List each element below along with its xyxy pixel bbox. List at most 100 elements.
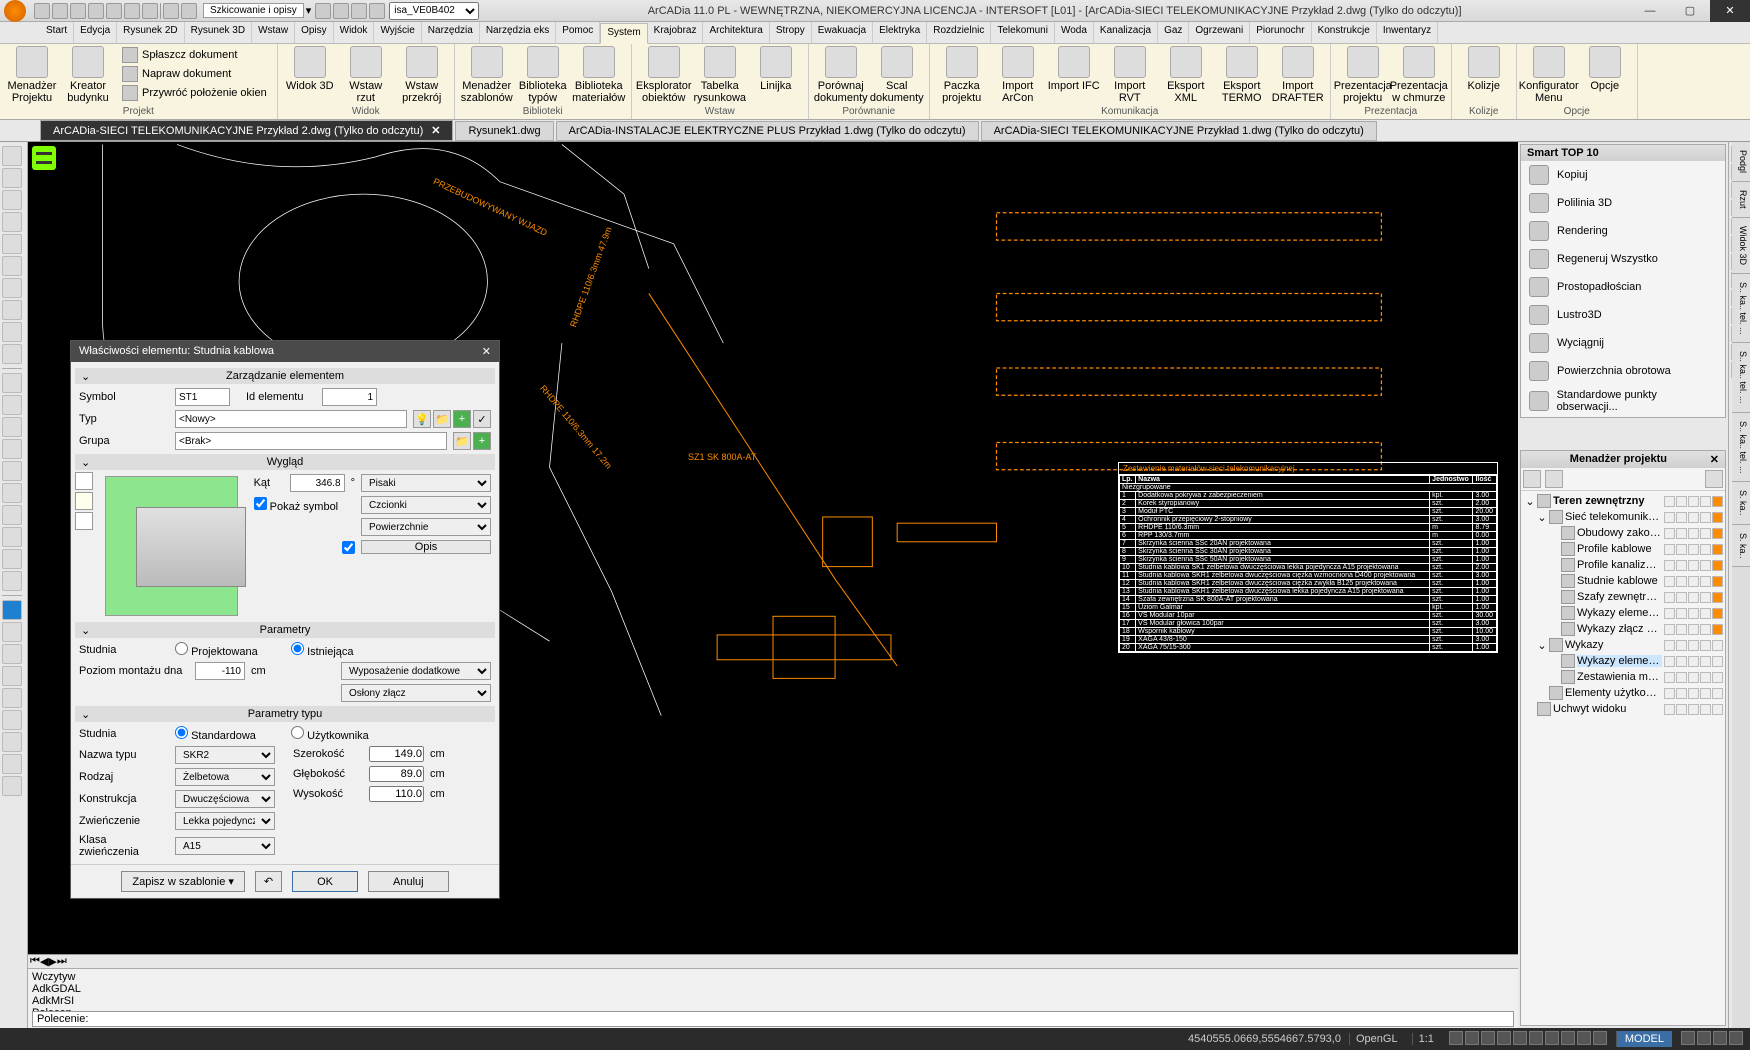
ribbon-btn[interactable]: Przywróć położenie okien	[118, 84, 271, 102]
ribbon-btn[interactable]: Prezentacja projektu	[1337, 46, 1389, 104]
ribbon-btn[interactable]: Napraw dokument	[118, 65, 271, 83]
sb-toggle[interactable]	[1697, 1031, 1711, 1045]
doc-tab[interactable]: ArCADia-INSTALACJE ELEKTRYCZNE PLUS Przy…	[556, 121, 979, 141]
qat-icon[interactable]	[34, 3, 50, 19]
ribbon-btn[interactable]: Kreator budynku	[62, 46, 114, 104]
sb-toggle[interactable]	[1593, 1031, 1607, 1045]
mini-btn[interactable]: 📁	[453, 432, 471, 450]
szer-input[interactable]	[369, 746, 424, 762]
smart-item[interactable]: Kopiuj	[1521, 161, 1725, 189]
sb-toggle[interactable]	[1497, 1031, 1511, 1045]
close-icon[interactable]: ✕	[482, 345, 491, 358]
pisaki-select[interactable]: Pisaki	[361, 474, 491, 492]
ribbon-tab[interactable]: Start	[40, 22, 74, 43]
ribbon-btn[interactable]: Menadżer szablonów	[461, 46, 513, 104]
ribbon-btn[interactable]: Tabelka rysunkowa	[694, 46, 746, 104]
ribbon-btn[interactable]: Porównaj dokumenty	[815, 46, 867, 104]
konstr-select[interactable]: Dwuczęściowa	[175, 790, 275, 808]
radio[interactable]: Standardowa	[175, 726, 265, 742]
id-input[interactable]	[322, 388, 377, 406]
smart-item[interactable]: Lustro3D	[1521, 301, 1725, 329]
sb-scale[interactable]: 1:1	[1412, 1033, 1440, 1045]
tool-icon[interactable]	[2, 417, 22, 437]
side-tab[interactable]: S.. ka.. tel. ...	[1732, 343, 1750, 413]
panel-title[interactable]: Menadżer projektu✕	[1521, 451, 1725, 468]
ribbon-tab[interactable]: Rysunek 3D	[185, 22, 252, 43]
ribbon-tab[interactable]: Telekomuni	[991, 22, 1055, 43]
cmd-prompt[interactable]: Polecenie:	[32, 1011, 1514, 1027]
tool-icon[interactable]	[2, 527, 22, 547]
sb-toggle[interactable]	[1449, 1031, 1463, 1045]
tool-icon[interactable]	[2, 732, 22, 752]
tree-row[interactable]: Profile kanalizacji pierwotnej	[1523, 557, 1723, 573]
qat-icon[interactable]	[70, 3, 86, 19]
side-tab[interactable]: Widok 3D	[1732, 218, 1750, 274]
side-tab[interactable]: S.. ka.. tel. ...	[1732, 413, 1750, 483]
tool-icon[interactable]	[2, 168, 22, 188]
tool-icon[interactable]	[2, 146, 22, 166]
sb-toggle[interactable]	[1465, 1031, 1479, 1045]
ribbon-btn[interactable]: Scal dokumenty	[871, 46, 923, 104]
tool-icon[interactable]	[2, 710, 22, 730]
ribbon-btn[interactable]: Spłaszcz dokument	[118, 46, 271, 64]
qat-icon[interactable]	[351, 3, 367, 19]
qat-icon[interactable]	[181, 3, 197, 19]
tree-row[interactable]: Wykazy złącz w obiektach	[1523, 621, 1723, 637]
sb-toggle[interactable]	[1513, 1031, 1527, 1045]
tree-row[interactable]: Obudowy zakończeń linio...	[1523, 525, 1723, 541]
qat-dropdown-icon[interactable]: ▾	[306, 4, 312, 17]
smart-item[interactable]: Rendering	[1521, 217, 1725, 245]
section-header[interactable]: ⌄Wygląd	[75, 454, 495, 470]
mini-btn[interactable]: 💡	[413, 410, 431, 428]
scroll-left-icon[interactable]: ◀	[40, 955, 48, 968]
qat-label[interactable]: Szkicowanie i opisy	[203, 3, 304, 18]
ribbon-tab[interactable]: Kanalizacja	[1094, 22, 1158, 43]
side-tab[interactable]: Rzut	[1732, 182, 1750, 218]
ribbon-tab[interactable]: Elektryka	[873, 22, 927, 43]
sb-toggle[interactable]	[1713, 1031, 1727, 1045]
radio[interactable]: Projektowana	[175, 642, 265, 658]
ribbon-tab[interactable]: Opisy	[295, 22, 334, 43]
sb-opengl[interactable]: OpenGL	[1349, 1033, 1404, 1045]
qat-icon[interactable]	[163, 3, 179, 19]
add-btn[interactable]: +	[473, 432, 491, 450]
qat-icon[interactable]	[88, 3, 104, 19]
tree-row[interactable]: Profile kablowe	[1523, 541, 1723, 557]
kat-input[interactable]	[290, 474, 345, 492]
minimize-button[interactable]: —	[1630, 0, 1670, 22]
ribbon-btn[interactable]: Wstaw rzut	[340, 46, 392, 104]
doc-tab[interactable]: ArCADia-SIECI TELEKOMUNIKACYJNE Przykład…	[981, 121, 1377, 141]
smart-item[interactable]: Standardowe punkty obserwacji...	[1521, 385, 1725, 417]
ribbon-btn[interactable]: Konfigurator Menu	[1523, 46, 1575, 104]
tool-icon[interactable]	[2, 688, 22, 708]
ribbon-tab[interactable]: Ewakuacja	[812, 22, 873, 43]
qat-icon[interactable]	[106, 3, 122, 19]
oslony-select[interactable]: Osłony złącz	[341, 684, 491, 702]
ribbon-btn[interactable]: Kolizje	[1458, 46, 1510, 92]
ribbon-tab[interactable]: Rozdzielnic	[927, 22, 991, 43]
tool-icon[interactable]	[2, 644, 22, 664]
tool-icon[interactable]	[2, 622, 22, 642]
side-tab[interactable]: S. ka..	[1732, 482, 1750, 525]
tool-icon[interactable]	[2, 505, 22, 525]
sheet-tabs[interactable]: ⏮◀▶⏭	[28, 954, 1518, 968]
ribbon-tab[interactable]: Stropy	[770, 22, 812, 43]
ribbon-tab[interactable]: Woda	[1055, 22, 1094, 43]
ribbon-btn[interactable]: Linijka	[750, 46, 802, 92]
close-icon[interactable]: ✕	[1710, 453, 1719, 466]
opis-btn[interactable]: Opis	[361, 540, 491, 554]
tool-icon[interactable]	[2, 234, 22, 254]
scroll-right-icon[interactable]: ▶	[48, 955, 56, 968]
ribbon-tab[interactable]: Ogrzewani	[1189, 22, 1250, 43]
sb-toggle[interactable]	[1545, 1031, 1559, 1045]
tool-icon[interactable]	[2, 395, 22, 415]
radio[interactable]: Istniejąca	[291, 642, 381, 658]
radio[interactable]: Użytkownika	[291, 726, 381, 742]
view-btn[interactable]	[75, 512, 93, 530]
klasa-select[interactable]: A15	[175, 837, 275, 855]
grupa-input[interactable]	[175, 432, 447, 450]
tool-icon[interactable]	[2, 256, 22, 276]
side-tab[interactable]: S. ka..	[1732, 525, 1750, 568]
powierzchnie-select[interactable]: Powierzchnie	[361, 518, 491, 536]
save-template-button[interactable]: Zapisz w szablonie ▾	[121, 871, 245, 892]
